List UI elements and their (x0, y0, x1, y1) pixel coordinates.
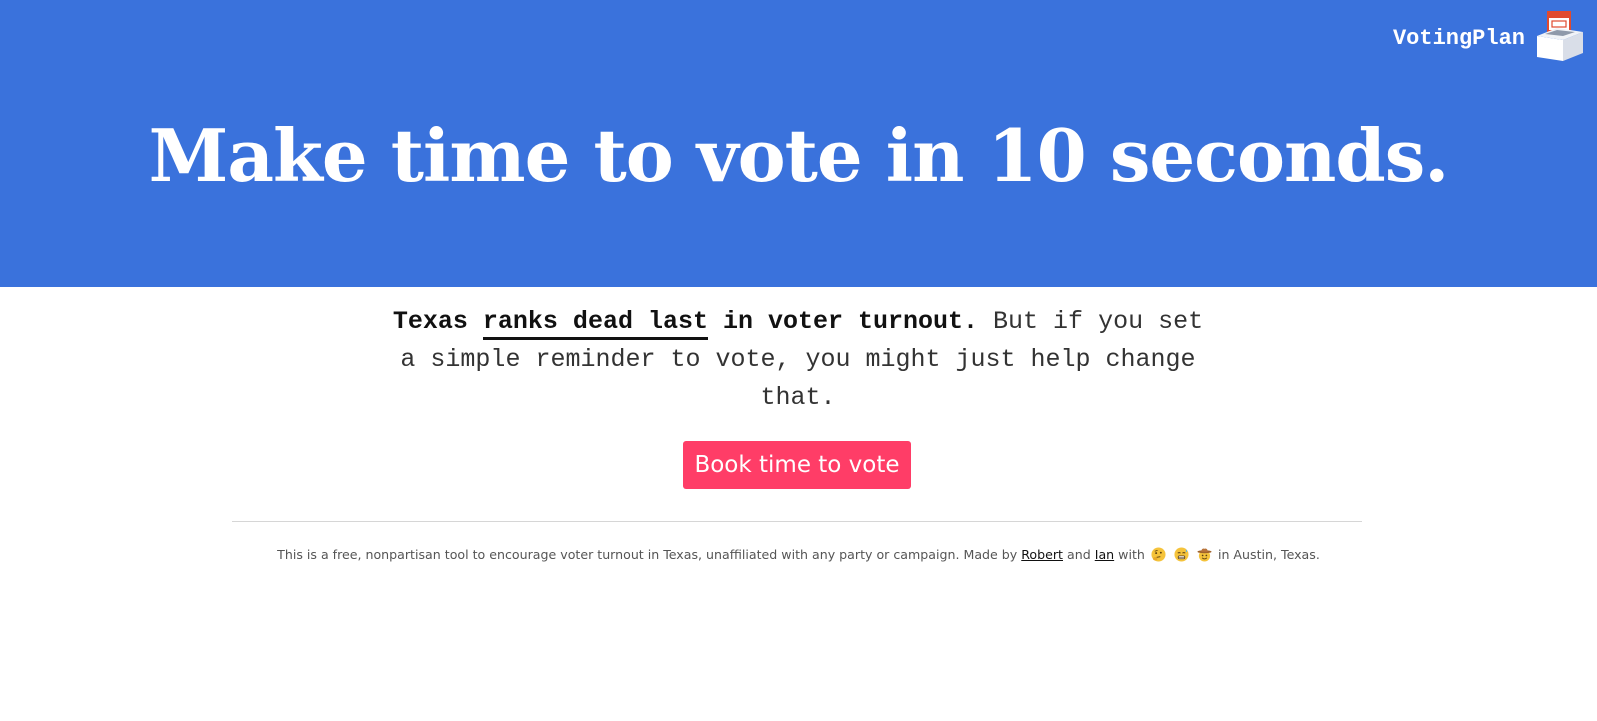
footer-with: with (1118, 547, 1145, 562)
author-link-robert[interactable]: Robert (1021, 547, 1063, 562)
author-link-ian[interactable]: Ian (1095, 547, 1114, 562)
grimacing-sweat-face-icon (1174, 547, 1189, 562)
brand[interactable]: VotingPlan (1393, 10, 1585, 62)
hero-banner: VotingPlan Make time to vote in 10 secon… (0, 0, 1597, 287)
footer-text-before: This is a free, nonpartisan tool to enco… (277, 547, 1018, 562)
brand-name[interactable]: VotingPlan (1393, 26, 1525, 51)
thinking-face-icon (1151, 547, 1166, 562)
intro-bold-tail: in voter turnout. (722, 307, 979, 336)
footer-text-after: in Austin, Texas. (1217, 547, 1320, 562)
footer-disclaimer: This is a free, nonpartisan tool to enco… (0, 545, 1597, 565)
cowboy-face-icon (1197, 548, 1212, 562)
book-time-to-vote-button[interactable]: Book time to vote (683, 441, 911, 489)
divider (232, 521, 1362, 522)
hero-headline: Make time to vote in 10 seconds. (148, 113, 1450, 198)
ranks-dead-last-link[interactable]: ranks dead last (482, 307, 708, 340)
ballot-box-calendar-icon[interactable] (1535, 10, 1585, 62)
intro-state: Texas (392, 307, 468, 336)
footer-and: and (1067, 547, 1091, 562)
intro-paragraph: Texas ranks dead last in voter turnout. … (380, 303, 1216, 417)
